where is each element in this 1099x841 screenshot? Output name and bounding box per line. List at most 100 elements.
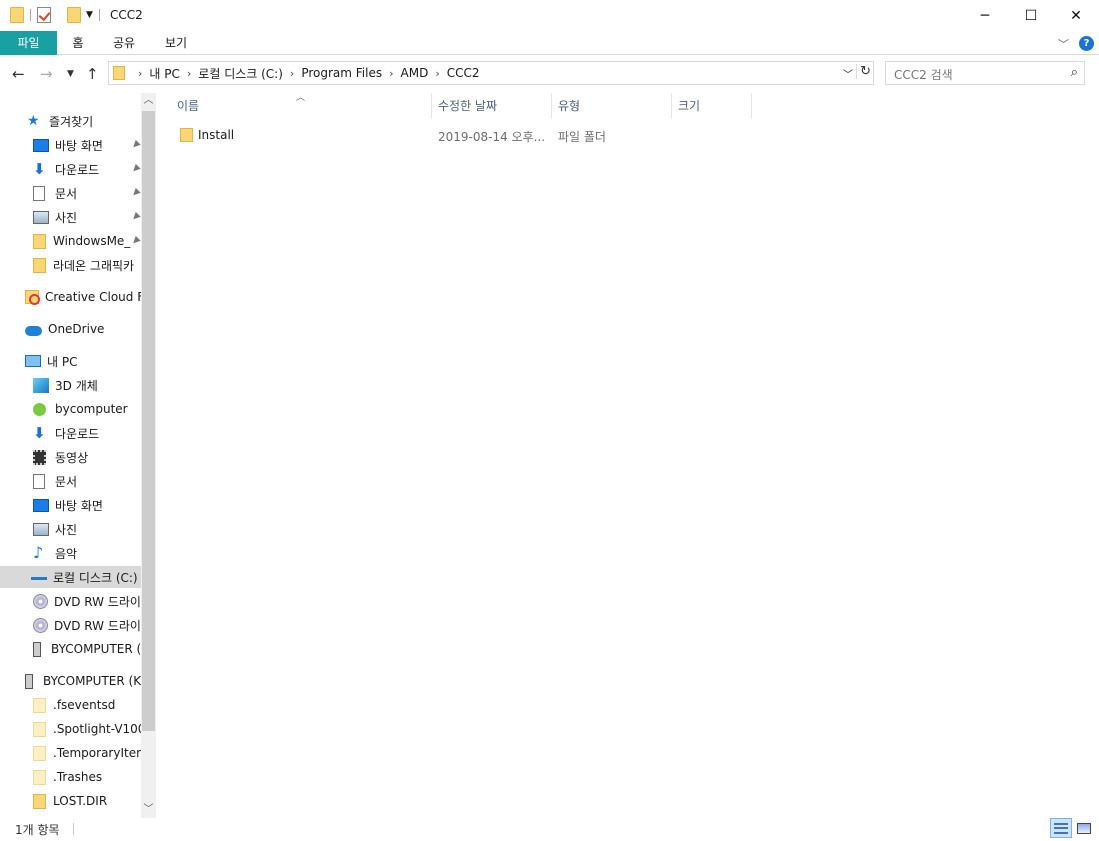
document-icon	[33, 185, 45, 201]
folder-icon	[113, 66, 125, 80]
nav-scrollbar[interactable]: ︿ ﹀	[141, 93, 156, 818]
nav-music[interactable]: ♪ 음악	[33, 542, 77, 564]
music-note-icon: ♪	[33, 543, 44, 562]
nav-desktop-pc[interactable]: 바탕 화면	[33, 494, 103, 516]
nav-pictures-pc[interactable]: 사진	[33, 518, 77, 540]
breadcrumb-ccc2[interactable]: CCC2	[447, 66, 480, 80]
nav-trashes[interactable]: .Trashes	[33, 766, 102, 788]
folder-icon[interactable]	[10, 7, 24, 23]
network-share-icon	[33, 402, 46, 416]
nav-bycomputer-k[interactable]: BYCOMPUTER (K:	[21, 670, 145, 692]
folder-icon	[33, 769, 46, 785]
breadcrumb-local-disk[interactable]: 로컬 디스크 (C:)	[198, 65, 283, 82]
column-size[interactable]: 크기	[672, 93, 752, 119]
nav-dvd-1[interactable]: DVD RW 드라이	[33, 590, 141, 612]
nav-onedrive[interactable]: OneDrive	[25, 318, 104, 340]
nav-creative-cloud[interactable]: Creative Cloud Fi	[25, 286, 147, 308]
breadcrumb-this-pc[interactable]: 내 PC	[149, 65, 179, 82]
chevron-right-icon[interactable]: ›	[389, 67, 393, 80]
tab-file[interactable]: 파일	[0, 31, 57, 55]
nav-documents[interactable]: 문서 ▼	[33, 182, 142, 204]
folder-icon	[33, 257, 46, 273]
search-input[interactable]: CCC2 검색	[894, 66, 953, 83]
nav-this-pc[interactable]: 내 PC	[25, 350, 77, 372]
window-title: CCC2	[110, 8, 143, 22]
folder-icon	[33, 793, 46, 809]
details-view-icon	[1054, 822, 1068, 834]
search-icon[interactable]: ⌕	[1071, 65, 1078, 80]
maximize-button[interactable]: ☐	[1008, 0, 1054, 31]
title-bar: ▼ CCC2 ─ ☐ ✕	[0, 0, 1099, 31]
column-modified[interactable]: 수정한 날짜	[432, 93, 552, 119]
usb-drive-icon	[25, 673, 33, 689]
dvd-drive-icon	[33, 617, 48, 633]
file-row[interactable]: Install 2019-08-14 오후... 파일 폴더	[171, 124, 761, 146]
scroll-up-arrow-icon[interactable]: ︿	[141, 93, 156, 109]
pictures-icon	[33, 210, 49, 224]
nav-desktop[interactable]: 바탕 화면 ▼	[33, 134, 142, 156]
chevron-right-icon[interactable]: ›	[138, 67, 142, 80]
address-bar[interactable]: › 내 PC › 로컬 디스크 (C:) › Program Files › A…	[108, 61, 874, 85]
refresh-icon[interactable]: ↻	[856, 64, 871, 79]
customize-toolbar-dropdown-icon[interactable]: ▼	[86, 10, 93, 20]
recent-locations-chevron-icon[interactable]: ▼	[67, 69, 74, 79]
nav-pictures[interactable]: 사진 ▼	[33, 206, 142, 228]
nav-spotlight[interactable]: .Spotlight-V100	[33, 718, 145, 740]
separator	[98, 9, 100, 21]
chevron-right-icon[interactable]: ›	[187, 67, 191, 80]
nav-quick-access[interactable]: ★ 즐겨찾기	[27, 110, 93, 132]
scroll-down-arrow-icon[interactable]: ﹀	[141, 802, 156, 818]
column-type[interactable]: 유형	[552, 93, 672, 119]
separator	[30, 9, 31, 21]
new-folder-icon[interactable]	[67, 7, 81, 23]
large-icons-view-button[interactable]	[1073, 818, 1095, 838]
quick-access-toolbar: ▼	[10, 7, 106, 23]
pin-icon: ▼	[129, 163, 142, 175]
item-count: 1개 항목	[15, 823, 60, 837]
folder-icon	[33, 233, 46, 249]
file-type: 파일 폴더	[558, 130, 606, 144]
nav-temporaryitems[interactable]: .TemporaryItems	[33, 742, 154, 764]
nav-dvd-2[interactable]: DVD RW 드라이	[33, 614, 141, 636]
nav-radeon[interactable]: 라데온 그래픽카	[33, 254, 134, 276]
pin-icon: ▼	[129, 187, 142, 199]
nav-documents-pc[interactable]: 문서	[33, 470, 77, 492]
folder-icon	[33, 697, 46, 713]
tab-home[interactable]: 홈	[62, 31, 94, 55]
cloud-icon	[25, 325, 42, 336]
chevron-right-icon[interactable]: ›	[435, 67, 439, 80]
search-box[interactable]: CCC2 검색 ⌕	[885, 61, 1085, 85]
nav-bycomputer-drive[interactable]: BYCOMPUTER (	[29, 638, 141, 660]
breadcrumb-program-files[interactable]: Program Files	[301, 66, 382, 80]
breadcrumb-amd[interactable]: AMD	[401, 66, 429, 80]
column-name[interactable]: 이름 ︿	[171, 93, 432, 119]
folder-icon	[180, 128, 193, 142]
chevron-right-icon[interactable]: ›	[290, 67, 294, 80]
pin-icon: ▼	[129, 139, 142, 151]
drive-icon	[31, 577, 47, 583]
forward-arrow-icon[interactable]: →	[40, 65, 53, 83]
back-arrow-icon[interactable]: ←	[12, 65, 25, 83]
download-icon: ⬇	[33, 160, 46, 178]
up-arrow-icon[interactable]: ↑	[86, 65, 99, 83]
nav-3d-objects[interactable]: 3D 개체	[33, 374, 98, 396]
nav-videos[interactable]: 동영상	[33, 446, 88, 468]
expand-ribbon-chevron-icon[interactable]: ﹀	[1058, 36, 1069, 52]
properties-icon[interactable]	[37, 7, 51, 23]
nav-lostdir[interactable]: LOST.DIR	[33, 790, 107, 812]
nav-bycomputer[interactable]: bycomputer	[33, 398, 128, 420]
details-view-button[interactable]	[1050, 818, 1072, 838]
video-icon	[33, 449, 46, 465]
tab-share[interactable]: 공유	[106, 31, 142, 55]
nav-downloads[interactable]: ⬇ 다운로드 ▼	[33, 158, 142, 180]
nav-downloads-pc[interactable]: ⬇ 다운로드	[33, 422, 99, 444]
address-history-dropdown-icon[interactable]: ﹀	[843, 66, 853, 81]
close-button[interactable]: ✕	[1053, 0, 1099, 31]
tab-view[interactable]: 보기	[158, 31, 194, 55]
nav-fseventsd[interactable]: .fseventsd	[33, 694, 115, 716]
nav-windowsme[interactable]: WindowsMe_ ▼	[33, 230, 142, 252]
nav-local-disk[interactable]: 로컬 디스크 (C:)	[0, 566, 141, 588]
help-icon[interactable]: ?	[1079, 36, 1094, 51]
scrollbar-thumb[interactable]	[142, 111, 155, 731]
minimize-button[interactable]: ─	[962, 0, 1008, 31]
